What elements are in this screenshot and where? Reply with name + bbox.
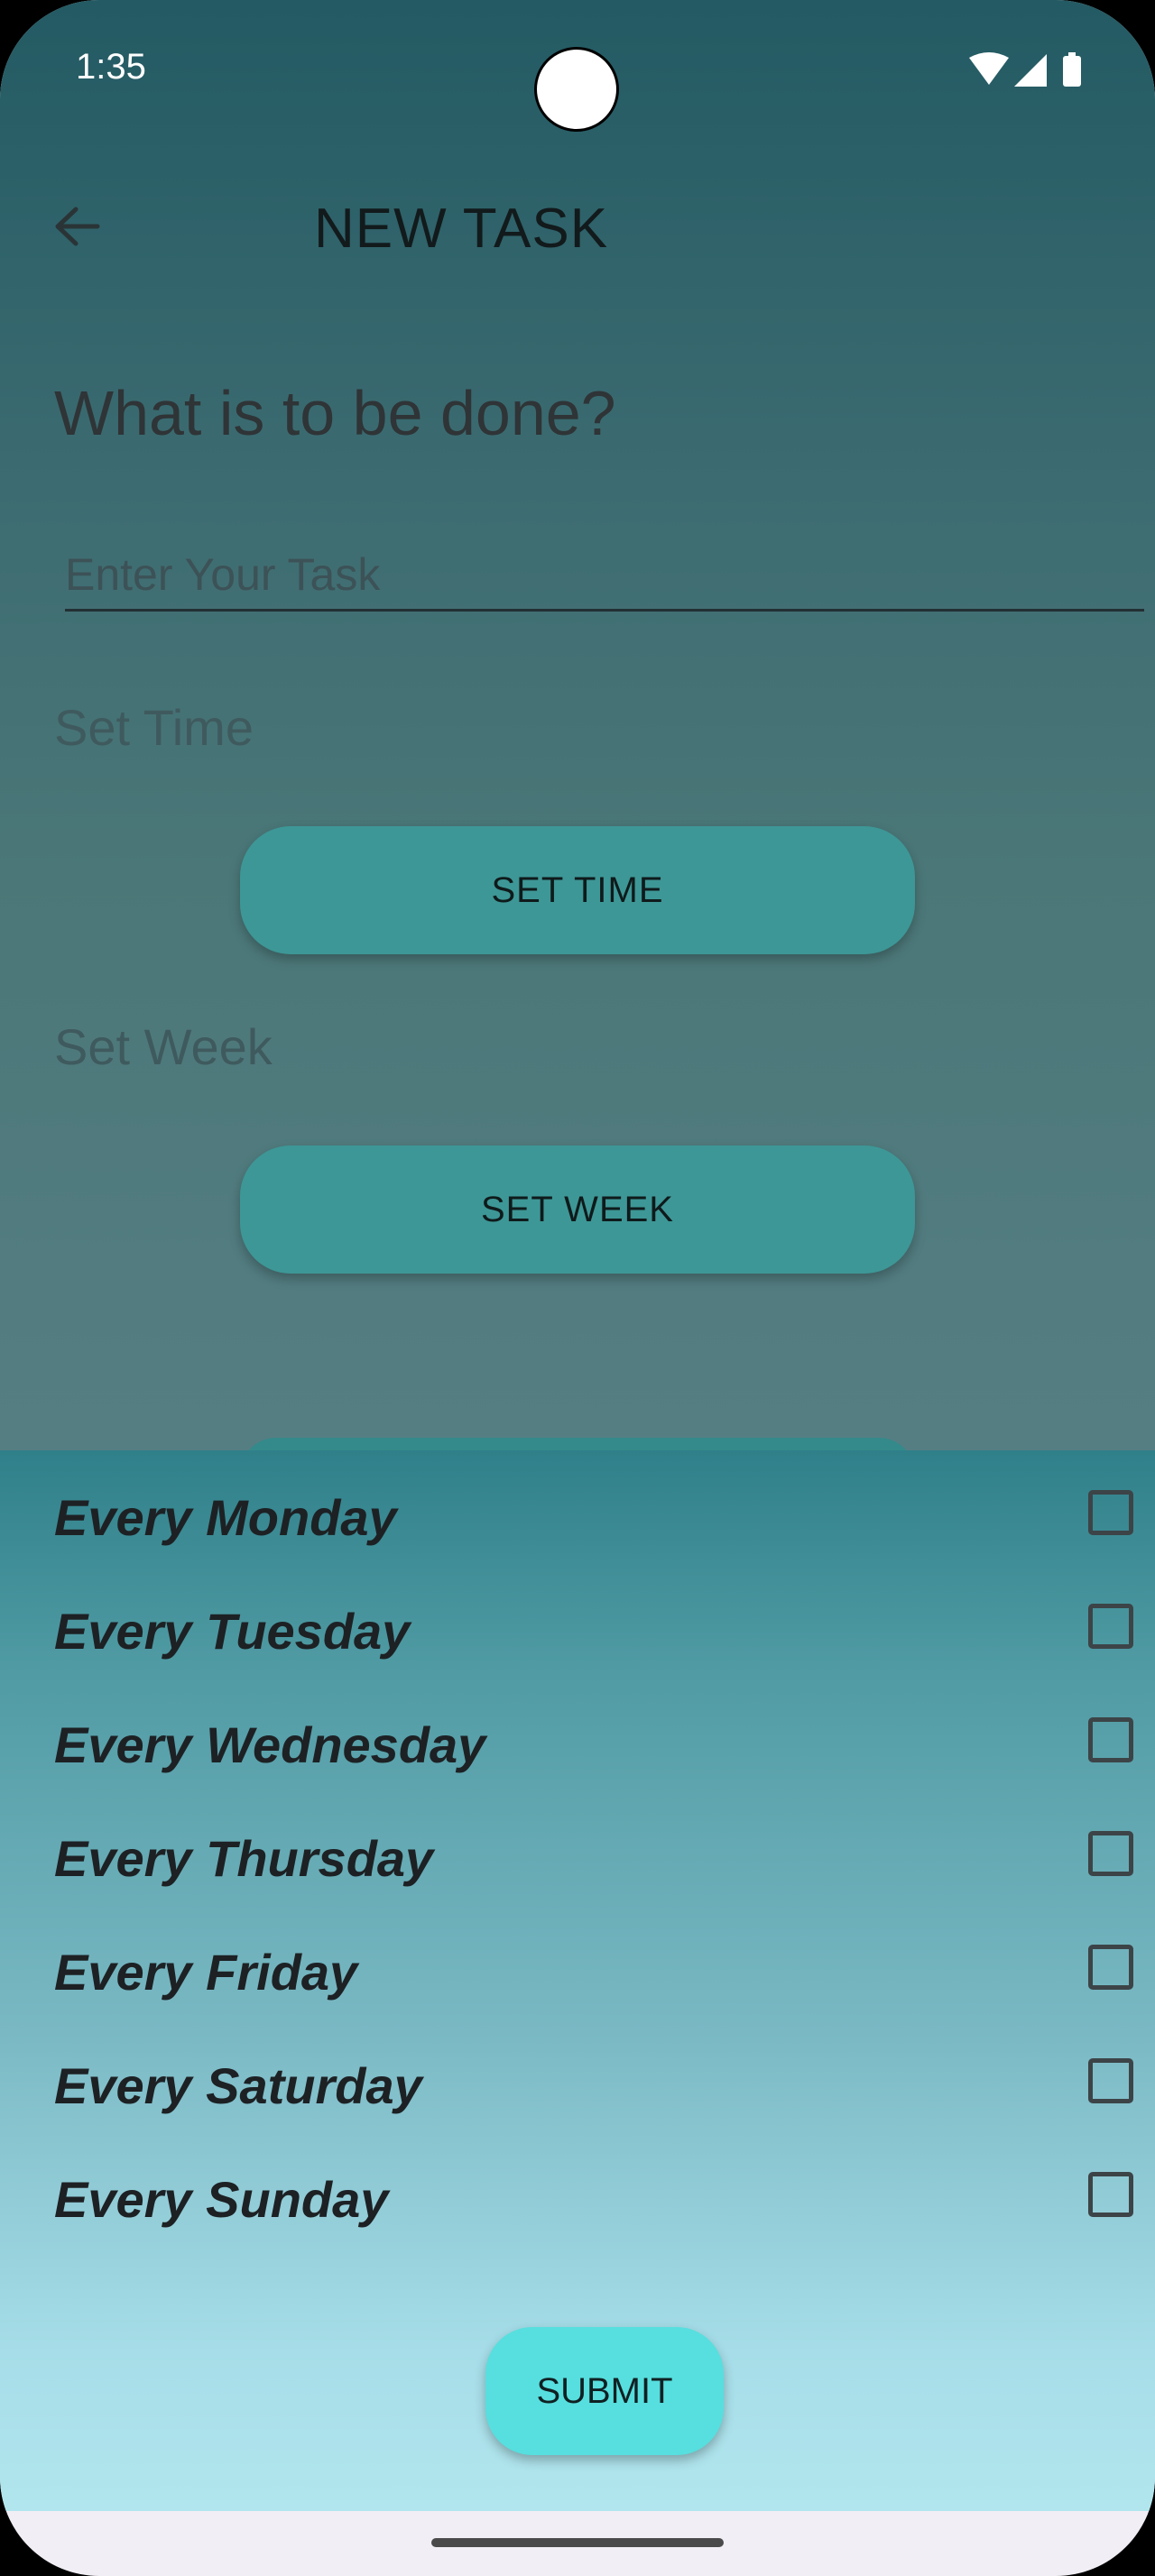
status-icons [969, 52, 1081, 87]
day-row-monday[interactable]: Every Monday [0, 1463, 1155, 1577]
battery-icon [1063, 56, 1081, 87]
camera-cutout [534, 47, 619, 132]
status-bar: 1:35 [0, 0, 1155, 135]
set-time-button[interactable]: SET TIME [240, 826, 915, 954]
day-label: Every Friday [54, 1944, 358, 2001]
day-row-saturday[interactable]: Every Saturday [0, 2031, 1155, 2145]
day-label: Every Saturday [54, 2057, 422, 2114]
status-time: 1:35 [76, 47, 146, 87]
set-week-button[interactable]: SET WEEK [240, 1145, 915, 1274]
wednesday-checkbox[interactable] [1088, 1717, 1133, 1762]
thursday-checkbox[interactable] [1088, 1831, 1133, 1876]
submit-button[interactable]: SUBMIT [485, 2327, 724, 2455]
sunday-checkbox[interactable] [1088, 2172, 1133, 2217]
day-row-thursday[interactable]: Every Thursday [0, 1804, 1155, 1918]
set-week-label: Set Week [54, 1018, 273, 1075]
day-label: Every Wednesday [54, 1716, 486, 1773]
task-question: What is to be done? [54, 378, 616, 448]
day-row-tuesday[interactable]: Every Tuesday [0, 1577, 1155, 1690]
day-row-wednesday[interactable]: Every Wednesday [0, 1690, 1155, 1804]
task-input[interactable] [65, 539, 1144, 612]
signal-icon [1014, 54, 1047, 87]
day-label: Every Monday [54, 1489, 397, 1546]
saturday-checkbox[interactable] [1088, 2058, 1133, 2103]
page-title: NEW TASK [314, 198, 609, 260]
day-label: Every Tuesday [54, 1603, 411, 1660]
set-time-label: Set Time [54, 699, 254, 756]
day-row-friday[interactable]: Every Friday [0, 1918, 1155, 2031]
phone-screen: 1:35 NEW TASK What is to be done? Set Ti… [0, 0, 1155, 2576]
day-label: Every Sunday [54, 2171, 389, 2228]
day-label: Every Thursday [54, 1830, 434, 1887]
friday-checkbox[interactable] [1088, 1945, 1133, 1990]
back-arrow-icon[interactable] [51, 204, 105, 249]
monday-checkbox[interactable] [1088, 1490, 1133, 1535]
day-row-sunday[interactable]: Every Sunday [0, 2145, 1155, 2259]
wifi-icon [969, 52, 1009, 85]
gesture-nav-handle[interactable] [431, 2538, 724, 2547]
tuesday-checkbox[interactable] [1088, 1604, 1133, 1649]
